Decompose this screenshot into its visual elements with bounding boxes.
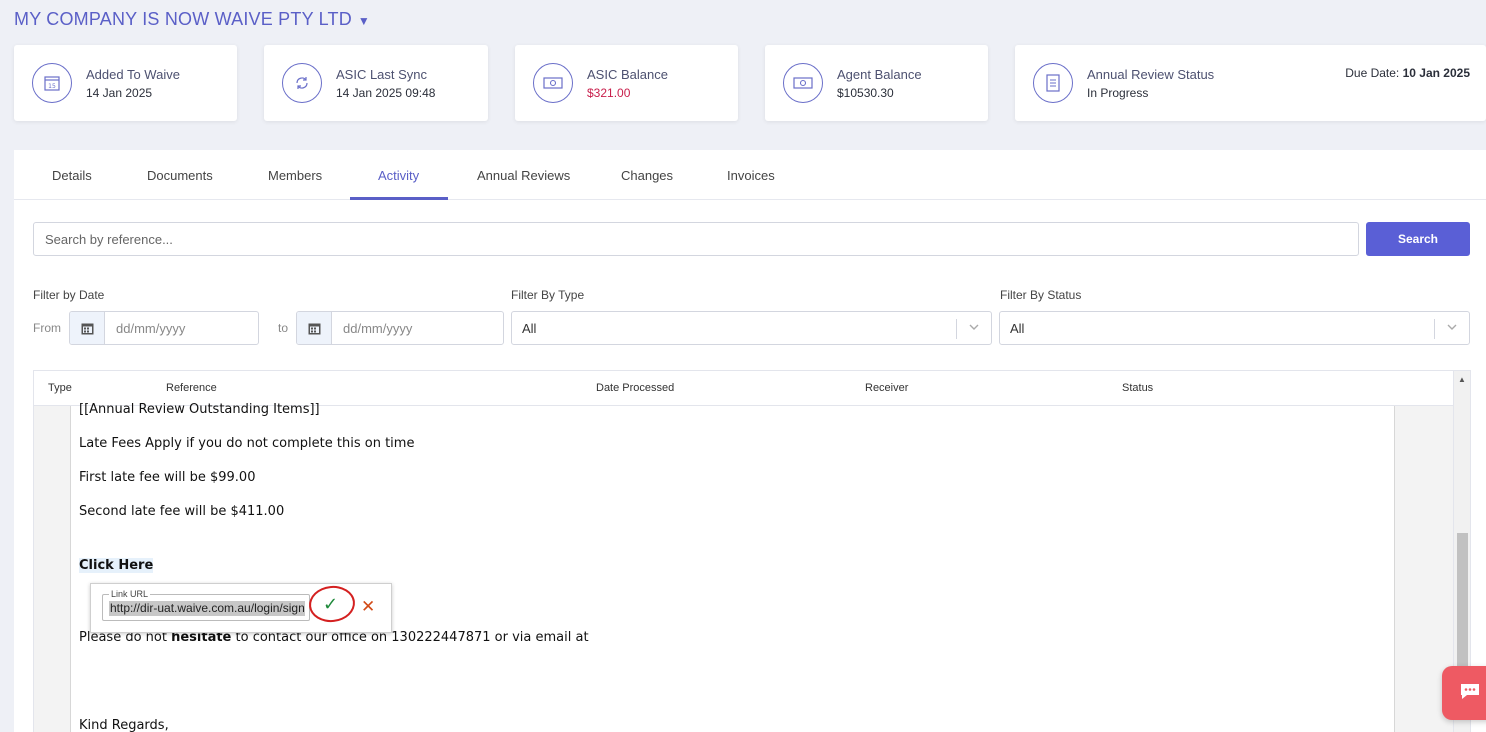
due-date-value: 10 Jan 2025 xyxy=(1402,66,1470,80)
chevron-down-icon[interactable] xyxy=(1446,321,1458,336)
filter-date-label: Filter by Date xyxy=(33,288,105,302)
tab-changes[interactable]: Changes xyxy=(621,168,673,183)
tab-details[interactable]: Details xyxy=(52,168,92,183)
link-url-popup: Link URL http://dir-uat.waive.com.au/log… xyxy=(90,583,392,633)
cancel-x-icon[interactable]: ✕ xyxy=(361,597,375,617)
link-url-legend: Link URL xyxy=(111,589,149,599)
to-label: to xyxy=(278,321,289,335)
chevron-down-icon[interactable] xyxy=(968,321,980,336)
card-label: ASIC Balance xyxy=(587,66,668,82)
date-to-field[interactable]: dd/mm/yyyy xyxy=(296,311,504,345)
status-select-value: All xyxy=(1010,320,1025,336)
editor-line: First late fee will be $99.00 xyxy=(79,470,256,485)
filter-type-label: Filter By Type xyxy=(511,288,585,302)
from-label: From xyxy=(33,321,61,335)
select-divider xyxy=(956,319,957,339)
due-date: Due Date: 10 Jan 2025 xyxy=(1345,66,1470,80)
search-button[interactable]: Search xyxy=(1366,222,1470,256)
column-header-receiver[interactable]: Receiver xyxy=(865,382,908,394)
scroll-up-arrow-icon[interactable]: ▲ xyxy=(1458,375,1466,384)
card-asic-last-sync: ASIC Last Sync 14 Jan 2025 09:48 xyxy=(264,45,488,121)
sync-icon xyxy=(282,63,322,103)
column-header-reference[interactable]: Reference xyxy=(166,382,217,394)
click-here-link[interactable]: Click Here xyxy=(79,558,154,573)
date-from-field[interactable]: dd/mm/yyyy xyxy=(69,311,259,345)
tab-activity[interactable]: Activity xyxy=(378,168,419,183)
date-from-placeholder: dd/mm/yyyy xyxy=(116,320,186,336)
column-header-status[interactable]: Status xyxy=(1122,382,1153,394)
money-icon xyxy=(533,63,573,103)
editor-line: Kind Regards, xyxy=(79,718,169,732)
card-asic-balance: ASIC Balance $321.00 xyxy=(515,45,738,121)
card-label: Agent Balance xyxy=(837,66,922,82)
scrollbar-thumb[interactable] xyxy=(1457,533,1468,673)
column-header-type[interactable]: Type xyxy=(48,382,72,394)
tab-members[interactable]: Members xyxy=(268,168,322,183)
svg-text:15: 15 xyxy=(48,83,56,90)
editor-line: Late Fees Apply if you do not complete t… xyxy=(79,436,415,451)
tab-annual-reviews[interactable]: Annual Reviews xyxy=(477,168,570,183)
click-here-link-line: Click Here xyxy=(79,558,154,573)
calendar-icon[interactable] xyxy=(70,312,105,344)
email-body-editor[interactable]: [[Annual Review Outstanding Items]] Late… xyxy=(70,402,1395,732)
card-agent-balance: Agent Balance $10530.30 xyxy=(765,45,988,121)
type-select[interactable]: All xyxy=(511,311,992,345)
card-value: $10530.30 xyxy=(837,85,894,100)
money-icon xyxy=(783,63,823,103)
date-to-placeholder: dd/mm/yyyy xyxy=(343,320,413,336)
editor-line: [[Annual Review Outstanding Items]] xyxy=(79,402,320,417)
table-header: Type Reference Date Processed Receiver S… xyxy=(34,371,1454,406)
card-added-to-waive: 15 Added To Waive 14 Jan 2025 xyxy=(14,45,237,121)
card-value: $321.00 xyxy=(587,85,631,100)
chevron-down-icon[interactable]: ▼ xyxy=(358,14,370,28)
status-select[interactable]: All xyxy=(999,311,1470,345)
card-label: Annual Review Status xyxy=(1087,66,1215,82)
link-url-input[interactable]: http://dir-uat.waive.com.au/login/signin xyxy=(109,601,305,616)
card-value: 14 Jan 2025 09:48 xyxy=(336,85,436,100)
tab-documents[interactable]: Documents xyxy=(147,168,213,183)
company-name: MY COMPANY IS NOW WAIVE PTY LTD xyxy=(14,9,352,29)
card-annual-review-status: Annual Review Status In Progress Due Dat… xyxy=(1015,45,1486,121)
active-tab-indicator xyxy=(350,197,448,200)
filter-status-label: Filter By Status xyxy=(1000,288,1082,302)
chat-bubble-icon xyxy=(1458,680,1482,707)
tab-invoices[interactable]: Invoices xyxy=(727,168,775,183)
main-panel: Details Documents Members Activity Annua… xyxy=(14,150,1486,732)
calendar-icon[interactable] xyxy=(297,312,332,344)
column-header-date-processed[interactable]: Date Processed xyxy=(596,382,674,394)
select-divider xyxy=(1434,319,1435,339)
type-select-value: All xyxy=(522,320,537,336)
activity-table: Type Reference Date Processed Receiver S… xyxy=(33,370,1471,732)
tab-bar: Details Documents Members Activity Annua… xyxy=(14,150,1486,200)
document-icon xyxy=(1033,63,1073,103)
card-label: Added To Waive xyxy=(86,66,180,82)
editor-line: Second late fee will be $411.00 xyxy=(79,504,285,519)
due-date-label: Due Date: xyxy=(1345,66,1400,80)
calendar-icon: 15 xyxy=(32,63,72,103)
chat-button[interactable] xyxy=(1442,666,1486,720)
search-input[interactable] xyxy=(33,222,1359,256)
card-value: 14 Jan 2025 xyxy=(86,85,153,100)
card-label: ASIC Last Sync xyxy=(336,66,428,82)
confirm-check-icon[interactable]: ✓ xyxy=(323,594,338,615)
company-title[interactable]: MY COMPANY IS NOW WAIVE PTY LTD ▼ xyxy=(14,9,370,30)
card-value: In Progress xyxy=(1087,85,1149,100)
